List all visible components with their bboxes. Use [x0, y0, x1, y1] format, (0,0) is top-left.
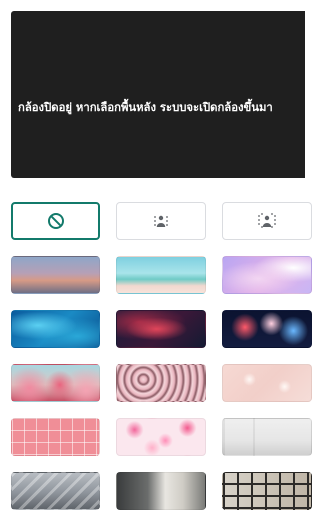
background-sunset-sky[interactable] — [11, 256, 100, 294]
camera-preview: กล้องปิดอยู่ หากเลือกพื้นหลัง ระบบจะเปิด… — [11, 11, 305, 178]
slight-blur-icon — [152, 212, 170, 230]
background-cherry-blossoms[interactable] — [116, 364, 206, 402]
background-bookshelf-room[interactable] — [222, 472, 312, 510]
background-industrial-loft[interactable] — [11, 472, 100, 510]
blur-icon — [257, 212, 277, 230]
background-living-room[interactable] — [116, 472, 206, 510]
background-red-nebula[interactable] — [116, 310, 206, 348]
background-pink-grid[interactable] — [11, 418, 100, 456]
background-pink-clouds[interactable] — [222, 256, 312, 294]
background-white-gallery[interactable] — [222, 418, 312, 456]
background-pink-sparkles[interactable] — [222, 364, 312, 402]
no-effect-button[interactable] — [11, 202, 100, 240]
slight-blur-button[interactable] — [116, 202, 206, 240]
camera-off-message: กล้องปิดอยู่ หากเลือกพื้นหลัง ระบบจะเปิด… — [18, 101, 273, 114]
background-pink-confetti[interactable] — [116, 418, 206, 456]
no-effect-icon — [47, 212, 65, 230]
background-pink-flowers[interactable] — [11, 364, 100, 402]
background-fireworks[interactable] — [222, 310, 312, 348]
background-tropical-beach[interactable] — [116, 256, 206, 294]
background-blue-water[interactable] — [11, 310, 100, 348]
blur-button[interactable] — [222, 202, 312, 240]
